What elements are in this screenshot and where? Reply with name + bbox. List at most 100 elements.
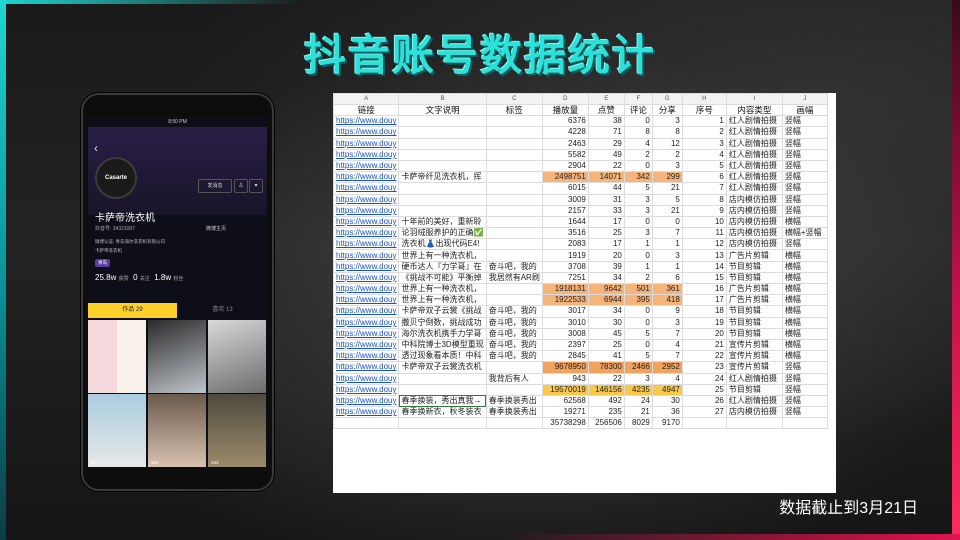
- cell-link[interactable]: https://www.douy: [332, 327, 400, 340]
- cell-shares: 3: [651, 316, 683, 329]
- cell-link[interactable]: https://www.douy: [332, 193, 400, 206]
- column-header[interactable]: 文字说明: [398, 103, 487, 117]
- table-row[interactable]: https://www.douy 4228 71 8 8 2 红人剧情拍摄 竖幅: [332, 126, 828, 139]
- column-header[interactable]: 评论: [623, 103, 653, 117]
- column-header[interactable]: 播放量: [541, 103, 589, 117]
- video-thumbnail[interactable]: 882: [148, 394, 206, 467]
- table-row[interactable]: https://www.douy 硬币达人『力学哥』在 奋斗吧，我的 3708 39 1 1…: [332, 260, 828, 273]
- cell-link[interactable]: https://www.douy: [332, 316, 400, 329]
- table-row[interactable]: https://www.douy 洗衣机👗出现代码E4! 2083 17 1 1 12 店内模…: [332, 238, 828, 251]
- cell-likes: 17: [587, 215, 625, 229]
- cell-plays: 9678950: [541, 361, 589, 374]
- table-row[interactable]: https://www.douy 卡萨帝双子云裳洗衣机 9678950 78300 24…: [332, 361, 828, 374]
- cell-link[interactable]: https://www.douy: [332, 171, 400, 184]
- table-row[interactable]: https://www.douy 世界上有一种洗衣机， 1922533 6944 395…: [332, 294, 828, 307]
- cell-link[interactable]: https://www.douy: [332, 204, 400, 217]
- cell-link[interactable]: https://www.douy: [332, 227, 400, 240]
- avatar[interactable]: Casarte: [95, 157, 137, 199]
- table-row[interactable]: https://www.douy 卡萨帝双子云裳《挑战 奋斗吧，我的 3017 34 0 9…: [332, 305, 828, 318]
- video-thumbnail[interactable]: [208, 320, 266, 393]
- column-letter[interactable]: D: [541, 93, 589, 105]
- video-thumbnail[interactable]: 183: [208, 394, 266, 467]
- tab-works[interactable]: 作品 29: [88, 303, 177, 318]
- table-row[interactable]: https://www.douy 世界上有一种洗衣机， 1918131 9642 501…: [332, 282, 828, 296]
- column-header[interactable]: 序号: [681, 103, 727, 117]
- cell-likes: 34: [587, 305, 625, 318]
- column-letter[interactable]: B: [398, 93, 487, 105]
- column-header[interactable]: 点赞: [587, 103, 625, 117]
- cell-link[interactable]: https://www.douy: [332, 215, 400, 229]
- cell-link[interactable]: https://www.douy: [332, 271, 400, 285]
- cell-link[interactable]: https://www.douy: [332, 305, 400, 318]
- cell-link[interactable]: https://www.douy: [332, 394, 400, 408]
- follow-user-icon[interactable]: ♙: [234, 179, 248, 193]
- table-row[interactable]: https://www.douy 撒贝宁倒数，挑战成功 奋斗吧，我的 3010 30 0 3…: [332, 316, 828, 329]
- table-row[interactable]: https://www.douy 2904 22 0 3 5 红人剧情拍摄 竖幅: [332, 159, 828, 173]
- total-tag: [485, 417, 543, 430]
- table-row[interactable]: https://www.douy 十年前的美好，重新聆 1644 17 0 0 10 店内模仿…: [332, 215, 828, 229]
- table-row[interactable]: https://www.douy 2463 29 4 12 3 红人剧情拍摄 竖幅: [332, 137, 828, 150]
- cell-comments: 0: [623, 115, 653, 128]
- cell-link[interactable]: https://www.douy: [332, 383, 400, 396]
- table-row[interactable]: https://www.douy 6015 44 5 21 7 红人剧情拍摄 竖幅: [332, 182, 828, 195]
- cell-plays: 3708: [541, 260, 589, 273]
- back-icon[interactable]: ‹: [94, 141, 98, 155]
- cell-link[interactable]: https://www.douy: [332, 406, 400, 419]
- table-row[interactable]: https://www.douy 中科院博士3D模型重现 奋斗吧，我的 2397 25 0…: [332, 338, 828, 352]
- column-letter[interactable]: J: [781, 93, 828, 105]
- table-row[interactable]: https://www.douy 春季换装，秀出真我→ 春季换装秀出 62568 492…: [332, 394, 828, 408]
- column-header[interactable]: 画幅: [781, 103, 828, 117]
- cell-link[interactable]: https://www.douy: [332, 350, 400, 363]
- table-row[interactable]: https://www.douy 春季换新衣，秋冬装衣 春季换装秀出 19271 235…: [332, 406, 828, 419]
- column-letter[interactable]: A: [332, 93, 400, 105]
- table-row[interactable]: https://www.douy 6376 38 0 3 1 红人剧情拍摄 竖幅: [332, 115, 828, 128]
- cell-link[interactable]: https://www.douy: [332, 137, 400, 150]
- cell-link[interactable]: https://www.douy: [332, 294, 400, 307]
- table-row[interactable]: https://www.douy 卡萨帝纤见洗衣机，挥 2498751 14071 34…: [332, 171, 828, 184]
- table-row[interactable]: https://www.douy 世界上有一种洗衣机， 1919 20 0 3 13 广告片剪…: [332, 249, 828, 262]
- column-letter[interactable]: C: [485, 93, 543, 105]
- cell-link[interactable]: https://www.douy: [332, 115, 400, 128]
- column-header[interactable]: 分享: [651, 103, 683, 117]
- column-letter[interactable]: E: [587, 93, 625, 105]
- column-header[interactable]: 内容类型: [725, 103, 783, 117]
- cell-link[interactable]: https://www.douy: [332, 338, 400, 352]
- send-message-button[interactable]: 发消息: [198, 179, 232, 193]
- cell-link[interactable]: https://www.douy: [332, 260, 400, 273]
- stat-label: 粉丝: [173, 276, 184, 282]
- table-row[interactable]: https://www.douy 19570019 146156 4235 4947 25…: [332, 383, 828, 396]
- column-letter[interactable]: F: [623, 93, 653, 105]
- cell-link[interactable]: https://www.douy: [332, 148, 400, 161]
- column-header[interactable]: 链接: [332, 103, 400, 117]
- table-row[interactable]: https://www.douy 透过现象看本质！中科 奋斗吧，我的 2845 41 5 7…: [332, 350, 828, 363]
- cell-likes: 30: [587, 316, 625, 329]
- table-row[interactable]: https://www.douy 《挑战不可能》平衡掉 我居然有AR刷 7251 34 2…: [332, 271, 828, 285]
- column-header[interactable]: 标签: [485, 103, 543, 117]
- column-letter[interactable]: I: [725, 93, 783, 105]
- table-row[interactable]: https://www.douy 2157 33 3 21 9 店内模仿拍摄 竖幅: [332, 204, 828, 217]
- cell-link[interactable]: https://www.douy: [332, 249, 400, 262]
- column-letter[interactable]: G: [651, 93, 683, 105]
- table-row[interactable]: https://www.douy 论羽绒服养护的正确✅ 3516 25 3 7 11 店内模仿…: [332, 227, 828, 240]
- cell-link[interactable]: https://www.douy: [332, 372, 400, 385]
- cell-idx: 7: [681, 182, 727, 195]
- cell-link[interactable]: https://www.douy: [332, 159, 400, 173]
- cell-link[interactable]: https://www.douy: [332, 361, 400, 374]
- video-thumbnail[interactable]: [88, 320, 146, 393]
- tab-likes[interactable]: 喜欢 13: [178, 303, 267, 318]
- cell-link[interactable]: https://www.douy: [332, 126, 400, 139]
- dropdown-icon[interactable]: ▾: [249, 179, 263, 193]
- video-thumbnail[interactable]: [148, 320, 206, 393]
- table-row[interactable]: https://www.douy 5582 49 2 2 4 红人剧情拍摄 竖幅: [332, 148, 828, 161]
- column-letter[interactable]: H: [681, 93, 727, 105]
- cell-link[interactable]: https://www.douy: [332, 182, 400, 195]
- cell-link[interactable]: https://www.douy: [332, 282, 400, 296]
- cell-format: 竖幅: [781, 193, 828, 206]
- cell-link[interactable]: https://www.douy: [332, 238, 400, 251]
- table-row[interactable]: https://www.douy 3009 31 3 5 8 店内模仿拍摄 竖幅: [332, 193, 828, 206]
- video-thumbnail[interactable]: 97: [88, 394, 146, 467]
- cell-idx: 22: [681, 350, 727, 363]
- weibo-link[interactable]: 微博主页: [206, 225, 226, 232]
- table-row[interactable]: https://www.douy 我背后有人 943 22 3 4 24 红人剧情拍摄 竖幅: [332, 372, 828, 385]
- table-row[interactable]: https://www.douy 海尔洗衣机携手力学哥 奋斗吧，我的 3008 45 5 7…: [332, 327, 828, 340]
